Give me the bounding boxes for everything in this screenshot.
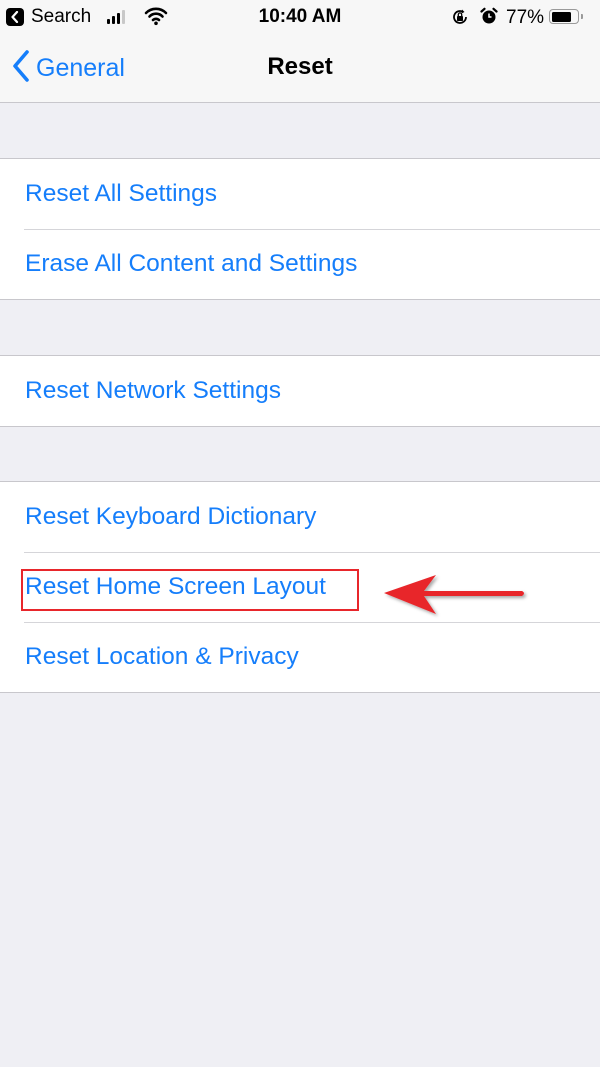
cellular-signal-icon: [107, 10, 125, 24]
chevron-left-icon: [12, 49, 30, 87]
reset-network-settings-row[interactable]: Reset Network Settings: [0, 356, 600, 426]
row-label: Reset Location & Privacy: [25, 643, 299, 670]
settings-group-network: Reset Network Settings: [0, 355, 600, 427]
battery-icon: [549, 9, 579, 24]
battery-level-fill: [551, 11, 571, 22]
reset-all-settings-row[interactable]: Reset All Settings: [0, 159, 600, 229]
reset-keyboard-dictionary-row[interactable]: Reset Keyboard Dictionary: [0, 482, 600, 552]
status-time: 10:40 AM: [258, 6, 342, 27]
annotation-highlight-box: [21, 569, 359, 611]
erase-all-content-row[interactable]: Erase All Content and Settings: [0, 229, 600, 299]
back-to-app-icon: [6, 8, 24, 26]
settings-group-general-reset: Reset All Settings Erase All Content and…: [0, 158, 600, 300]
annotation-arrow-left-icon: [380, 570, 530, 625]
reset-location-privacy-row[interactable]: Reset Location & Privacy: [0, 622, 600, 692]
back-to-app-button[interactable]: Search: [6, 7, 91, 27]
back-button-general[interactable]: General: [12, 49, 125, 87]
back-button-label: General: [36, 53, 125, 82]
battery-percentage: 77%: [506, 7, 545, 28]
back-to-app-label: Search: [31, 6, 92, 27]
navigation-bar: General Reset: [0, 34, 600, 103]
wifi-icon: [144, 6, 168, 32]
battery-tip: [581, 14, 583, 19]
orientation-lock-icon: [451, 8, 469, 32]
page-title: Reset: [267, 53, 333, 80]
row-label: Reset Network Settings: [25, 377, 281, 404]
row-label: Erase All Content and Settings: [25, 250, 358, 277]
row-label: Reset All Settings: [25, 180, 218, 207]
alarm-icon: [480, 7, 498, 31]
status-bar: Search 10:40 AM 77%: [0, 0, 600, 34]
row-label: Reset Keyboard Dictionary: [25, 503, 317, 530]
